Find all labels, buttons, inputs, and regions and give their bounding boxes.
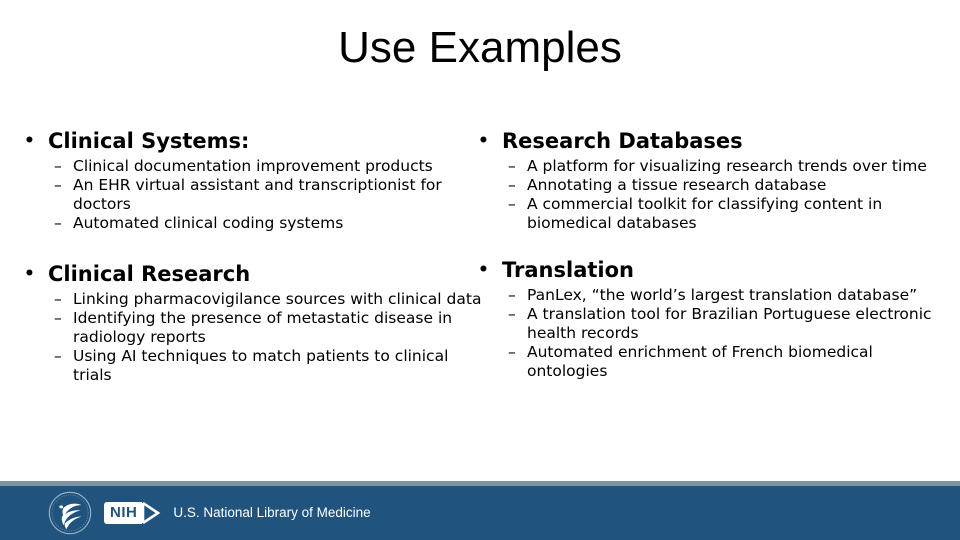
- bullet-heading-label: Clinical Systems:: [48, 129, 250, 153]
- sub-bullet-list: – PanLex, “the world’s largest translati…: [472, 286, 942, 381]
- list-item: – Clinical documentation improvement pro…: [18, 157, 483, 176]
- dash-icon: –: [54, 214, 62, 232]
- nih-logo: NIH: [104, 502, 162, 524]
- list-item: – Linking pharmacovigilance sources with…: [18, 290, 483, 309]
- list-item-label: A platform for visualizing research tren…: [527, 157, 927, 175]
- bullet-group-translation: • Translation – PanLex, “the world’s lar…: [472, 257, 942, 381]
- nih-chevron-icon: [142, 502, 161, 524]
- list-item-label: Identifying the presence of metastatic d…: [73, 309, 453, 346]
- bullet-dot-icon: •: [24, 264, 35, 284]
- hhs-seal-icon: [48, 491, 92, 535]
- dash-icon: –: [508, 195, 516, 213]
- list-item: – PanLex, “the world’s largest translati…: [472, 286, 942, 305]
- dash-icon: –: [508, 157, 516, 175]
- page-title: Use Examples: [338, 23, 622, 72]
- list-item: – Identifying the presence of metastatic…: [18, 309, 483, 347]
- bullet-group-research-databases: • Research Databases – A platform for vi…: [472, 128, 942, 233]
- bullet-dot-icon: •: [24, 131, 35, 151]
- list-item-label: Clinical documentation improvement produ…: [73, 157, 433, 175]
- list-item-label: Automated enrichment of French biomedica…: [527, 343, 873, 380]
- bullet-heading-label: Research Databases: [502, 129, 743, 153]
- sub-bullet-list: – A platform for visualizing research tr…: [472, 157, 942, 233]
- dash-icon: –: [54, 176, 62, 194]
- dash-icon: –: [508, 176, 516, 194]
- bullet-heading-clinical-research: • Clinical Research: [18, 261, 483, 287]
- list-item-label: Using AI techniques to match patients to…: [73, 347, 449, 384]
- footer-logo-group: NIH U.S. National Library of Medicine: [48, 489, 371, 537]
- dash-icon: –: [54, 157, 62, 175]
- bullet-group-clinical-systems: • Clinical Systems: – Clinical documenta…: [18, 128, 483, 233]
- sub-bullet-list: – Linking pharmacovigilance sources with…: [18, 290, 483, 385]
- list-item: – Automated clinical coding systems: [18, 214, 483, 233]
- list-item: – A translation tool for Brazilian Portu…: [472, 305, 942, 343]
- list-item: – A commercial toolkit for classifying c…: [472, 195, 942, 233]
- list-item: – Automated enrichment of French biomedi…: [472, 343, 942, 381]
- nih-badge-label: NIH: [104, 502, 143, 524]
- organization-label: U.S. National Library of Medicine: [173, 505, 371, 520]
- dash-icon: –: [54, 309, 62, 327]
- list-item-label: Automated clinical coding systems: [73, 214, 344, 232]
- dash-icon: –: [54, 347, 62, 365]
- list-item-label: A translation tool for Brazilian Portugu…: [527, 305, 932, 342]
- bullet-heading-clinical-systems: • Clinical Systems:: [18, 128, 483, 154]
- right-content-column: • Research Databases – A platform for vi…: [472, 128, 942, 381]
- bullet-heading-research-databases: • Research Databases: [472, 128, 942, 154]
- dash-icon: –: [508, 286, 516, 304]
- list-item: – Annotating a tissue research database: [472, 176, 942, 195]
- bullet-group-clinical-research: • Clinical Research – Linking pharmacovi…: [18, 261, 483, 385]
- bullet-heading-translation: • Translation: [472, 257, 942, 283]
- sub-bullet-list: – Clinical documentation improvement pro…: [18, 157, 483, 233]
- list-item: – Using AI techniques to match patients …: [18, 347, 483, 385]
- list-item-label: Linking pharmacovigilance sources with c…: [73, 290, 482, 308]
- bullet-dot-icon: •: [478, 260, 489, 280]
- list-item: – A platform for visualizing research tr…: [472, 157, 942, 176]
- list-item-label: PanLex, “the world’s largest translation…: [527, 286, 918, 304]
- bullet-dot-icon: •: [478, 131, 489, 151]
- dash-icon: –: [54, 290, 62, 308]
- list-item: – An EHR virtual assistant and transcrip…: [18, 176, 483, 214]
- left-content-column: • Clinical Systems: – Clinical documenta…: [18, 128, 483, 385]
- slide: Use Examples • Clinical Systems: – Clini…: [0, 0, 960, 540]
- bullet-heading-label: Translation: [502, 258, 634, 282]
- list-item-label: Annotating a tissue research database: [527, 176, 827, 194]
- dash-icon: –: [508, 305, 516, 323]
- list-item-label: A commercial toolkit for classifying con…: [527, 195, 883, 232]
- bullet-heading-label: Clinical Research: [48, 262, 251, 286]
- list-item-label: An EHR virtual assistant and transcripti…: [73, 176, 442, 213]
- dash-icon: –: [508, 343, 516, 361]
